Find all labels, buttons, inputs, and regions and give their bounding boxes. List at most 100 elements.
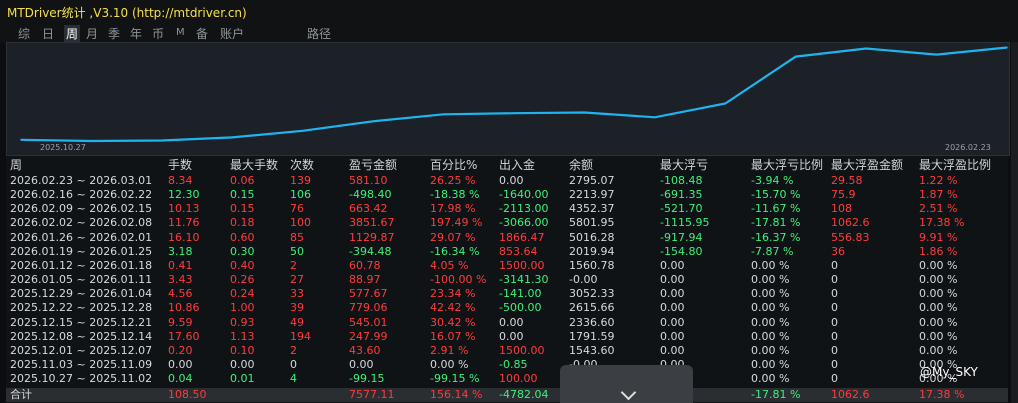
- cell-pnl: 0.00: [349, 357, 374, 371]
- equity-point-3: [231, 136, 234, 139]
- table-row[interactable]: 2026.02.02 ~ 2026.02.08 11.76 0.18 100 3851.…: [6, 216, 1008, 230]
- total-flow: -4782.04: [499, 388, 549, 402]
- cell-max-dd-pct: -15.70 %: [751, 188, 801, 202]
- cell-flow: 100.00: [499, 372, 538, 386]
- cell-week: 2026.02.02 ~ 2026.02.08: [10, 216, 153, 230]
- cell-max-dd: -917.94: [660, 230, 703, 244]
- cell-max-dd-pct: 0.00 %: [751, 343, 790, 357]
- cell-max-dd-pct: 0.00 %: [751, 301, 790, 315]
- table-row[interactable]: 2026.01.26 ~ 2026.02.01 16.10 0.60 85 1129.8…: [6, 231, 1008, 245]
- cell-week: 2025.12.08 ~ 2025.12.14: [10, 329, 153, 343]
- tab-2[interactable]: 周: [64, 25, 81, 42]
- cell-count: 106: [290, 188, 311, 202]
- cell-pnl: 577.67: [349, 287, 388, 301]
- tab-10[interactable]: 路径: [307, 25, 331, 42]
- cell-max-dd-pct: 0.00 %: [751, 357, 790, 371]
- tab-1[interactable]: 日: [42, 25, 54, 42]
- equity-point-4: [301, 130, 304, 132]
- cell-max-lots: 0.15: [230, 188, 255, 202]
- table-row[interactable]: 2025.12.15 ~ 2025.12.21 9.59 0.93 49 545.01 3…: [6, 316, 1008, 330]
- column-header: 出入金: [499, 158, 536, 172]
- cell-lots: 17.60: [168, 329, 200, 343]
- tab-6[interactable]: 币: [152, 25, 164, 42]
- table-row[interactable]: 2026.01.12 ~ 2026.01.18 0.41 0.40 2 60.78 4.0…: [6, 259, 1008, 273]
- tab-3[interactable]: 月: [86, 25, 98, 42]
- column-header: 手数: [168, 158, 193, 172]
- tab-4[interactable]: 季: [108, 25, 120, 42]
- table-row[interactable]: 2025.12.08 ~ 2025.12.14 17.60 1.13 194 247.9…: [6, 330, 1008, 344]
- cell-max-dd-pct: 0.00 %: [751, 372, 790, 386]
- cell-lots: 10.13: [168, 202, 200, 216]
- cell-week: 2026.02.09 ~ 2026.02.15: [10, 202, 153, 216]
- cell-max-dd-pct: -3.94 %: [751, 174, 794, 187]
- table-total-row: 合计108.507577.11156.14 %-4782.0495-17.81 …: [6, 388, 1008, 403]
- cell-max-dd: -691.35: [660, 188, 703, 202]
- cell-flow: 0.00: [499, 315, 524, 329]
- total-max-dd-pct: -17.81 %: [751, 388, 801, 402]
- tab-5[interactable]: 年: [130, 25, 142, 42]
- cell-balance: 2019.94: [569, 244, 615, 258]
- total-max-fp-pct: 17.38 %: [919, 388, 965, 402]
- cell-week: 2026.02.23 ~ 2026.03.01: [10, 174, 153, 187]
- cell-max-fp: 108: [831, 202, 852, 216]
- cell-count: 0: [290, 357, 297, 371]
- cell-max-dd: 0.00: [660, 273, 685, 287]
- tab-8[interactable]: 备: [196, 25, 208, 42]
- cell-pnl: -498.40: [349, 188, 392, 202]
- cell-lots: 8.34: [168, 174, 193, 187]
- table-row[interactable]: 2025.11.03 ~ 2025.11.09 0.00 0.00 0 0.00 0.00…: [6, 358, 1008, 372]
- cell-max-dd: -521.70: [660, 202, 703, 216]
- equity-point-1: [90, 140, 93, 142]
- cell-max-lots: 0.40: [230, 258, 255, 272]
- tab-9[interactable]: 账户: [220, 25, 244, 42]
- cell-pct: 0.00 %: [430, 357, 469, 371]
- scrollbar[interactable]: [1011, 42, 1018, 403]
- table-row[interactable]: 2026.02.23 ~ 2026.03.01 8.34 0.06 139 581.10…: [6, 174, 1008, 188]
- cell-balance: 2213.97: [569, 188, 615, 202]
- cell-pct: -18.38 %: [430, 188, 480, 202]
- cell-max-dd: 0.00: [660, 329, 685, 343]
- table-row[interactable]: 2025.12.22 ~ 2025.12.28 10.86 1.00 39 779.06…: [6, 301, 1008, 315]
- total-pnl: 7577.11: [349, 388, 395, 402]
- cell-pnl: 663.42: [349, 202, 388, 216]
- cell-pnl: 1129.87: [349, 230, 395, 244]
- cell-pnl: 247.99: [349, 329, 388, 343]
- cell-week: 2026.01.19 ~ 2026.01.25: [10, 244, 153, 258]
- cell-balance: 4352.37: [569, 202, 615, 216]
- cell-balance: -0.00: [569, 273, 598, 287]
- cell-pnl: 3851.67: [349, 216, 395, 230]
- cell-max-fp: 36: [831, 244, 845, 258]
- chevron-down-icon[interactable]: [620, 384, 637, 401]
- cell-flow: 0.00: [499, 329, 524, 343]
- table-row[interactable]: 2026.02.16 ~ 2026.02.22 12.30 0.15 106 -498.…: [6, 188, 1008, 202]
- tab-0[interactable]: 综: [18, 25, 30, 42]
- table-row[interactable]: 2025.12.29 ~ 2026.01.04 4.56 0.24 33 577.67 2…: [6, 287, 1008, 301]
- table-row[interactable]: 2026.02.09 ~ 2026.02.15 10.13 0.15 76 663.42…: [6, 202, 1008, 216]
- table-row[interactable]: 2026.01.05 ~ 2026.01.11 3.43 0.26 27 88.97 -1…: [6, 273, 1008, 287]
- cell-max-fp: 29.58: [831, 174, 863, 187]
- cell-max-fp: 0: [831, 273, 838, 287]
- cell-pct: 23.34 %: [430, 287, 476, 301]
- title-bar: MTDriver统计 ,V3.10 (http://mtdriver.cn): [0, 0, 1018, 22]
- column-header: 最大浮亏比例: [751, 158, 824, 172]
- table-row[interactable]: 2026.01.19 ~ 2026.01.25 3.18 0.30 50 -394.48…: [6, 245, 1008, 259]
- column-header: 盈亏金额: [349, 158, 398, 172]
- tab-bar: 综日周月季年币 M 备账户 路径: [0, 22, 1018, 42]
- table-row[interactable]: 2025.12.01 ~ 2025.12.07 0.20 0.10 2 43.60 2.9…: [6, 344, 1008, 358]
- cell-week: 2026.02.16 ~ 2026.02.22: [10, 188, 153, 202]
- cell-count: 85: [290, 230, 304, 244]
- cell-pnl: 60.78: [349, 258, 381, 272]
- cell-lots: 10.86: [168, 301, 200, 315]
- table-row[interactable]: 2025.10.27 ~ 2025.11.02 0.04 0.01 4 -99.15 -9…: [6, 372, 1008, 386]
- collapse-overlay[interactable]: [560, 365, 693, 403]
- x-start-label: 2025.10.27: [40, 143, 86, 152]
- cell-max-lots: 0.01: [230, 372, 255, 386]
- cell-week: 2026.01.05 ~ 2026.01.11: [10, 273, 153, 287]
- cell-count: 2: [290, 258, 297, 272]
- cell-week: 2025.12.29 ~ 2026.01.04: [10, 287, 153, 301]
- cell-count: 33: [290, 287, 304, 301]
- column-header: 次数: [290, 158, 315, 172]
- cell-lots: 12.30: [168, 188, 200, 202]
- cell-max-lots: 0.60: [230, 230, 255, 244]
- tab-7[interactable]: M: [176, 27, 185, 38]
